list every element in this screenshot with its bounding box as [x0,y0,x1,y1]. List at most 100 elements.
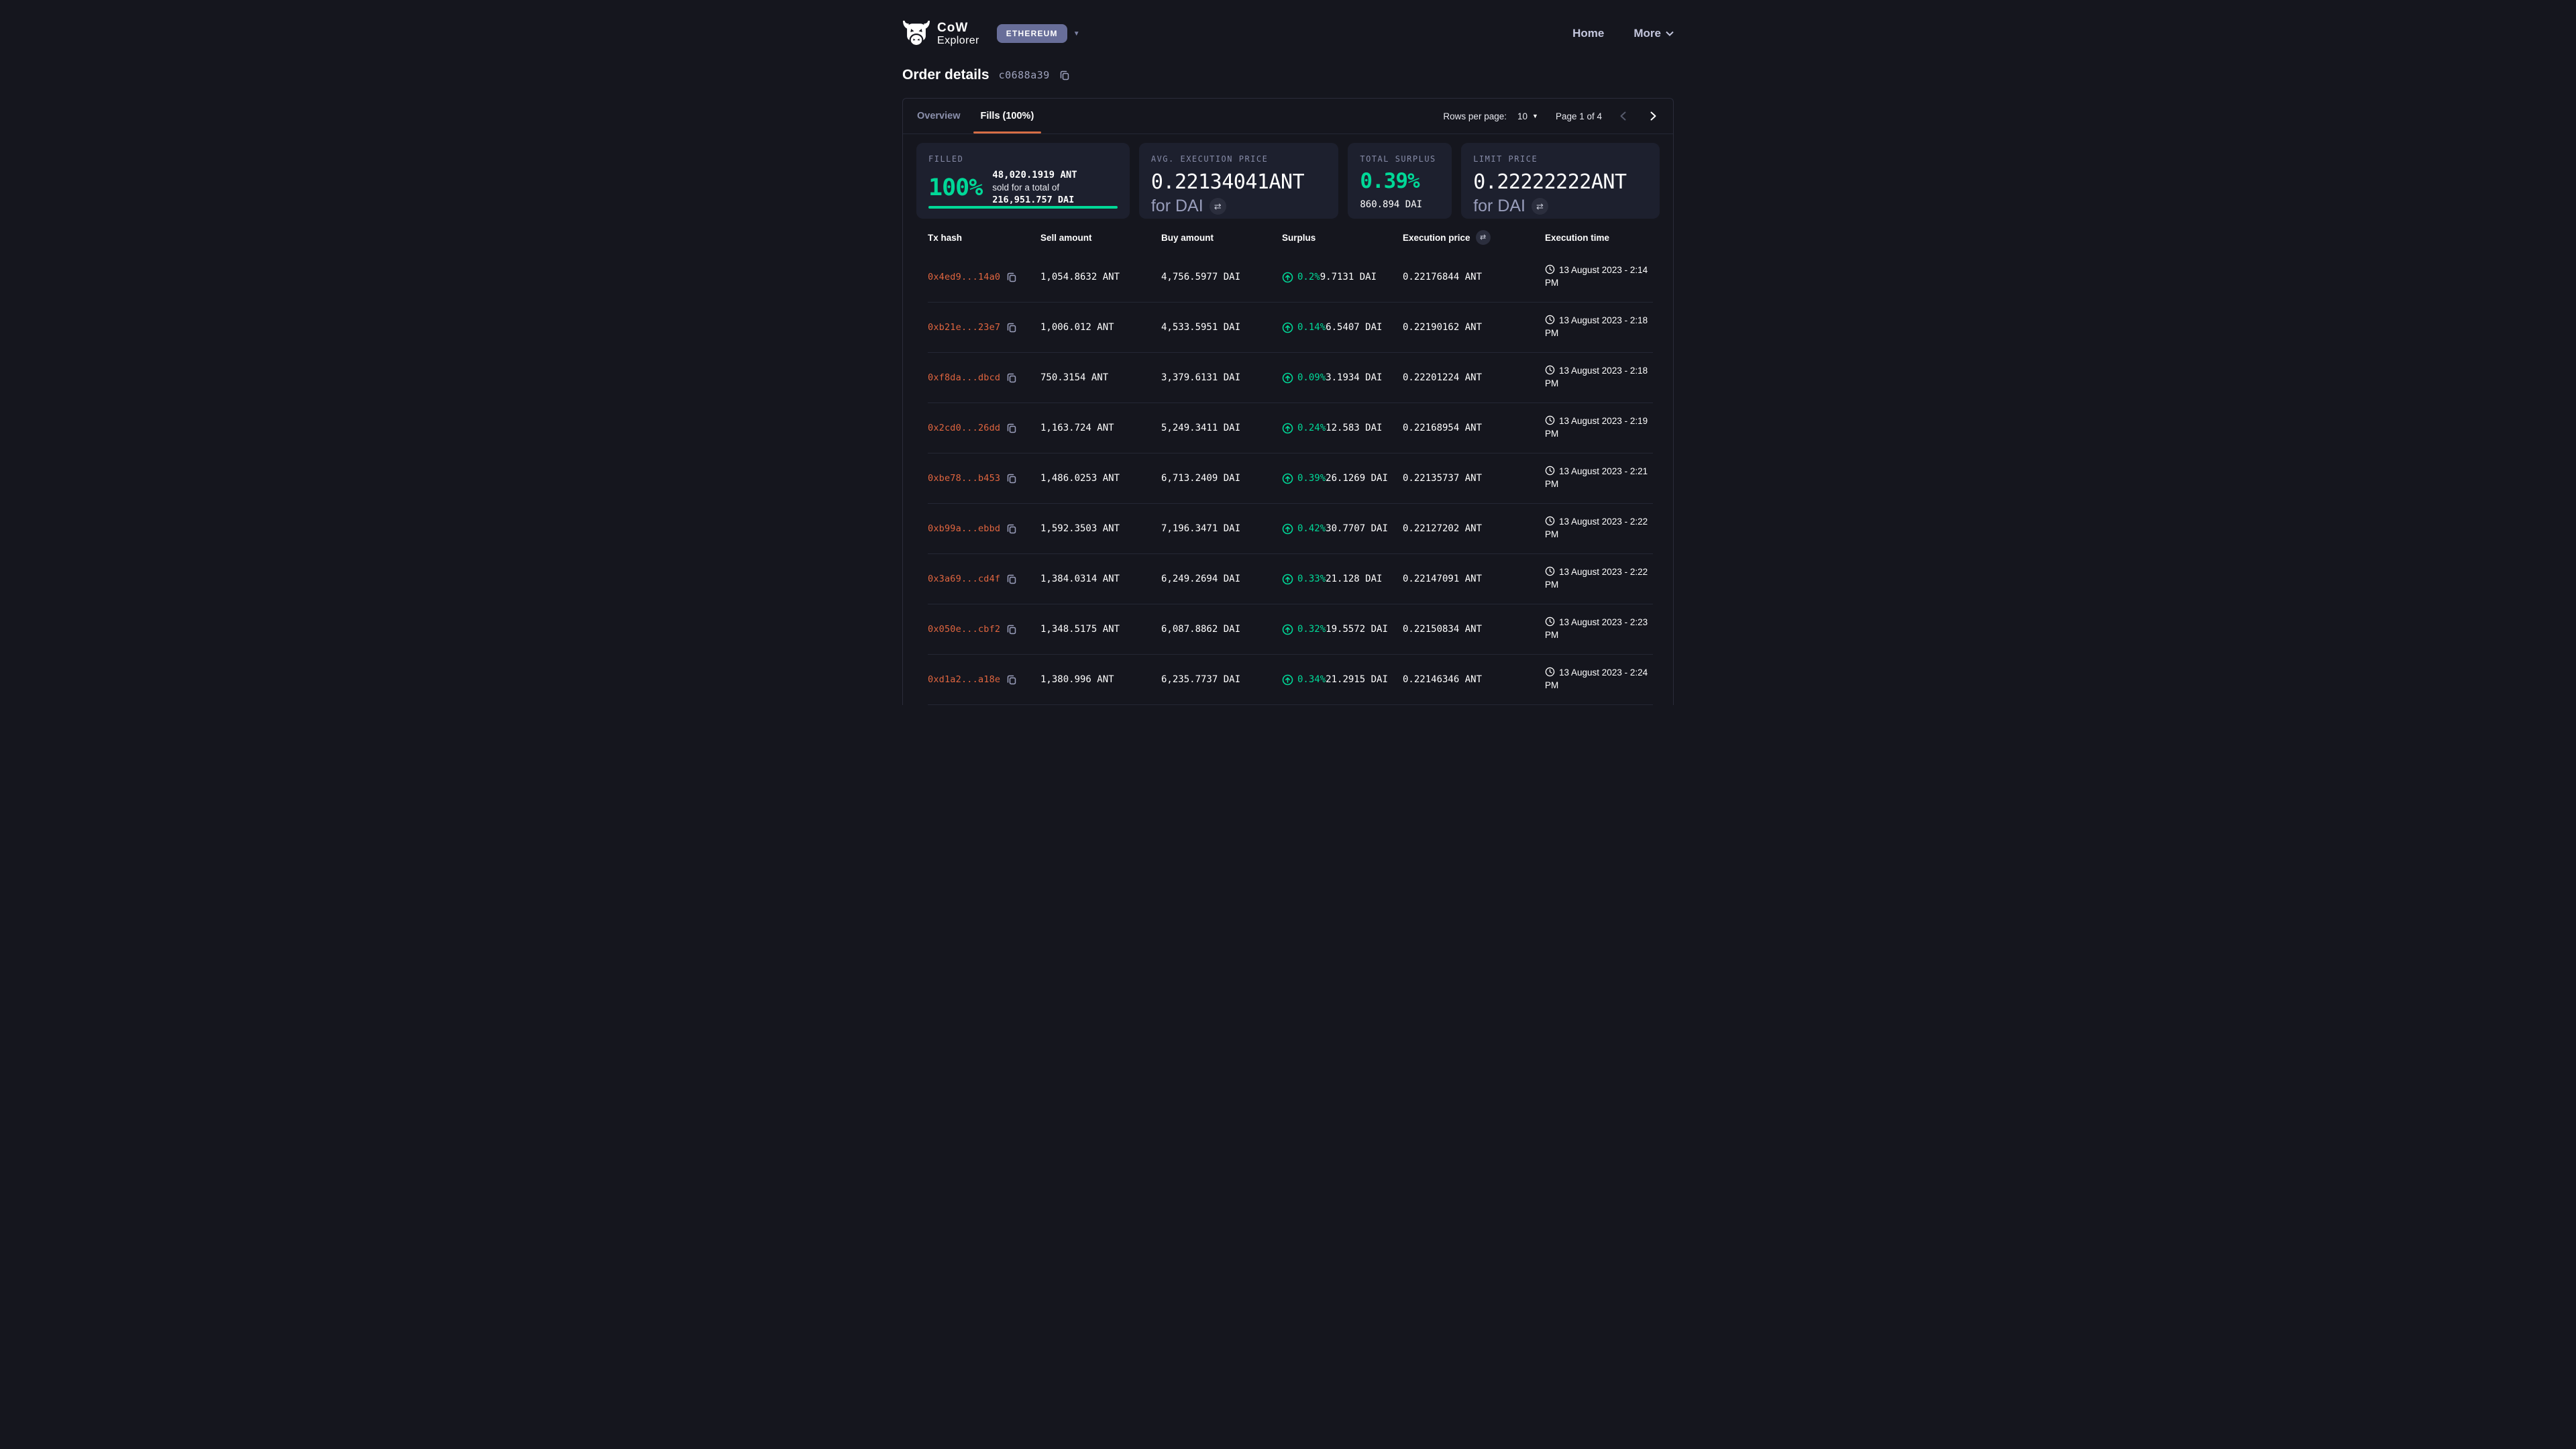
execution-time-text: 13 August 2023 - 2:18 PM [1545,366,1648,388]
execution-time-cell: 13 August 2023 - 2:18 PM [1545,365,1653,390]
nav-home[interactable]: Home [1572,27,1604,40]
tab-overview[interactable]: Overview [907,99,971,133]
surplus-cell: 0.34%21.2915 DAI [1282,674,1403,686]
copy-tx-hash-button[interactable] [1006,574,1017,584]
limit-price-card: LIMIT PRICE 0.22222222ANT for DAI ⇄ [1461,143,1660,219]
tx-hash-cell: 0xbe78...b453 [928,473,1040,484]
filled-detail: 48,020.1919 ANT sold for a total of 216,… [992,169,1118,206]
buy-amount-cell: 6,249.2694 DAI [1161,574,1282,584]
table-row: 0x4ed9...14a0 1,054.8632 ANT 4,756.5977 … [928,252,1653,303]
brand-name: CoW [937,21,979,34]
tx-hash-link[interactable]: 0xb21e...23e7 [928,322,1000,333]
surplus-percent: 0.32% [1297,624,1326,635]
copy-tx-hash-button[interactable] [1006,322,1017,333]
network-caret-icon[interactable]: ▼ [1073,30,1080,38]
copy-order-hash-button[interactable] [1059,70,1070,80]
copy-tx-hash-button[interactable] [1006,272,1017,282]
copy-tx-hash-button[interactable] [1006,674,1017,685]
sell-amount-cell: 1,486.0253 ANT [1040,473,1161,484]
copy-icon [1006,523,1017,534]
surplus-up-arrow-icon [1282,674,1293,686]
clock-icon [1545,516,1555,526]
tx-hash-cell: 0xd1a2...a18e [928,674,1040,685]
tx-hash-link[interactable]: 0x4ed9...14a0 [928,272,1000,282]
surplus-up-arrow-icon [1282,473,1293,484]
copy-tx-hash-button[interactable] [1006,423,1017,433]
tab-fills[interactable]: Fills (100%) [971,99,1044,133]
surplus-amount: 30.7707 DAI [1326,523,1388,534]
network-selector[interactable]: ETHEREUM ▼ [997,24,1080,43]
surplus-up-arrow-icon [1282,624,1293,635]
table-row: 0xbe78...b453 1,486.0253 ANT 6,713.2409 … [928,453,1653,504]
copy-tx-hash-button[interactable] [1006,473,1017,484]
avg-price-swap-button[interactable]: ⇄ [1210,198,1226,215]
surplus-percent: 0.24% [1297,423,1326,433]
brand-logo-link[interactable]: CoW Explorer [902,20,979,47]
clock-icon [1545,566,1555,576]
next-page-button[interactable] [1645,108,1661,124]
copy-tx-hash-button[interactable] [1006,523,1017,534]
surplus-amount: 26.1269 DAI [1326,473,1388,484]
limit-price-swap-button[interactable]: ⇄ [1532,198,1548,215]
copy-icon [1006,272,1017,282]
tx-hash-link[interactable]: 0x050e...cbf2 [928,624,1000,635]
rows-per-page-select[interactable]: 10 ▼ [1517,111,1538,121]
tx-hash-cell: 0xb21e...23e7 [928,322,1040,333]
app-header: CoW Explorer ETHEREUM ▼ Home More [902,0,1674,47]
brand-subname: Explorer [937,36,979,46]
tx-hash-link[interactable]: 0x3a69...cd4f [928,574,1000,584]
sell-amount-cell: 1,348.5175 ANT [1040,624,1161,635]
previous-page-button[interactable] [1615,108,1631,124]
tx-hash-link[interactable]: 0xbe78...b453 [928,473,1000,484]
fills-table: Tx hash Sell amount Buy amount Surplus E… [903,219,1673,705]
surplus-up-arrow-icon [1282,372,1293,384]
execution-price-cell: 0.22176844 ANT [1403,272,1545,282]
tx-hash-link[interactable]: 0xf8da...dbcd [928,372,1000,383]
copy-tx-hash-button[interactable] [1006,372,1017,383]
clock-icon [1545,315,1555,325]
execution-time-text: 13 August 2023 - 2:22 PM [1545,517,1648,539]
sell-amount-cell: 1,006.012 ANT [1040,322,1161,333]
surplus-up-arrow-icon [1282,574,1293,585]
surplus-percent: 0.42% [1297,523,1326,534]
execution-time-cell: 13 August 2023 - 2:23 PM [1545,616,1653,642]
copy-tx-hash-button[interactable] [1006,624,1017,635]
execution-time-cell: 13 August 2023 - 2:24 PM [1545,667,1653,692]
col-execution-time: Execution time [1545,233,1653,243]
copy-icon [1006,473,1017,484]
swap-icon: ⇄ [1536,202,1544,211]
execution-time-text: 13 August 2023 - 2:23 PM [1545,617,1648,640]
col-buy-amount: Buy amount [1161,233,1282,243]
pagination: Rows per page: 10 ▼ Page 1 of 4 [1443,99,1661,133]
execution-time-cell: 13 August 2023 - 2:22 PM [1545,516,1653,541]
sell-amount-cell: 1,592.3503 ANT [1040,523,1161,534]
tx-hash-cell: 0xb99a...ebbd [928,523,1040,534]
rows-per-page-label: Rows per page: [1443,111,1507,121]
order-panel: Overview Fills (100%) Rows per page: 10 … [902,98,1674,705]
surplus-percent: 0.33% [1297,574,1326,584]
execution-time-text: 13 August 2023 - 2:21 PM [1545,466,1648,489]
buy-amount-cell: 4,533.5951 DAI [1161,322,1282,333]
surplus-cell: 0.14%6.5407 DAI [1282,322,1403,333]
total-surplus-label: TOTAL SURPLUS [1360,154,1440,164]
execution-time-cell: 13 August 2023 - 2:14 PM [1545,264,1653,290]
page: CoW Explorer ETHEREUM ▼ Home More Order … [644,0,1932,724]
filled-sold-line: sold for a total of 216,951.757 DAI [992,182,1118,206]
tx-hash-link[interactable]: 0xd1a2...a18e [928,674,1000,685]
surplus-amount: 19.5572 DAI [1326,624,1388,635]
tx-hash-link[interactable]: 0xb99a...ebbd [928,523,1000,534]
execution-time-text: 13 August 2023 - 2:22 PM [1545,567,1648,590]
buy-amount-cell: 7,196.3471 DAI [1161,523,1282,534]
execution-price-swap-button[interactable]: ⇄ [1476,230,1491,245]
filled-label: FILLED [928,154,1118,164]
nav-more-label: More [1633,27,1661,40]
tx-hash-cell: 0xf8da...dbcd [928,372,1040,383]
network-badge[interactable]: ETHEREUM [997,24,1067,43]
total-surplus-percent: 0.39% [1360,169,1440,193]
tx-hash-link[interactable]: 0x2cd0...26dd [928,423,1000,433]
execution-time-cell: 13 August 2023 - 2:18 PM [1545,315,1653,340]
surplus-cell: 0.32%19.5572 DAI [1282,624,1403,635]
execution-price-cell: 0.22147091 ANT [1403,574,1545,584]
nav-more[interactable]: More [1633,27,1674,40]
execution-time-text: 13 August 2023 - 2:19 PM [1545,416,1648,439]
